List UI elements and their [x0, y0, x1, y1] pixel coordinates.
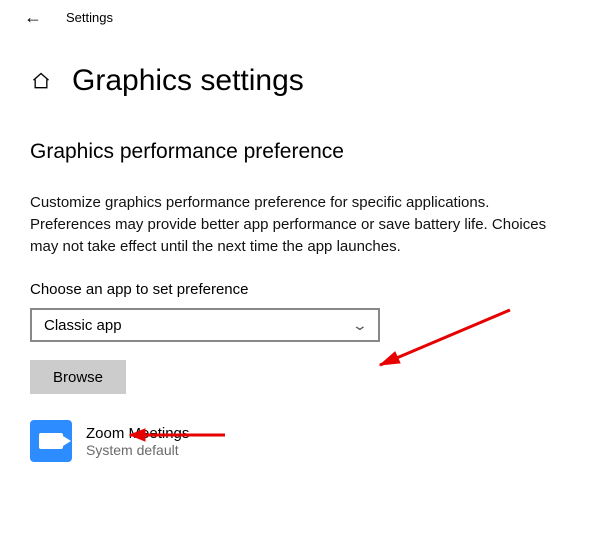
- choose-app-label: Choose an app to set preference: [30, 281, 570, 298]
- app-preference: System default: [86, 442, 189, 458]
- zoom-icon: [30, 420, 72, 462]
- app-name: Zoom Meetings: [86, 425, 189, 442]
- top-bar-title: Settings: [66, 10, 113, 25]
- app-list-item[interactable]: Zoom Meetings System default: [30, 420, 570, 462]
- home-icon[interactable]: [30, 70, 52, 92]
- page-title: Graphics settings: [72, 64, 304, 98]
- chevron-down-icon: ⌄: [352, 317, 368, 334]
- browse-button[interactable]: Browse: [30, 360, 126, 394]
- back-arrow-icon[interactable]: ←: [24, 8, 42, 26]
- section-description: Customize graphics performance preferenc…: [30, 192, 570, 257]
- select-value: Classic app: [44, 317, 122, 334]
- app-type-select[interactable]: Classic app ⌄: [30, 308, 380, 342]
- section-title: Graphics performance preference: [30, 140, 570, 164]
